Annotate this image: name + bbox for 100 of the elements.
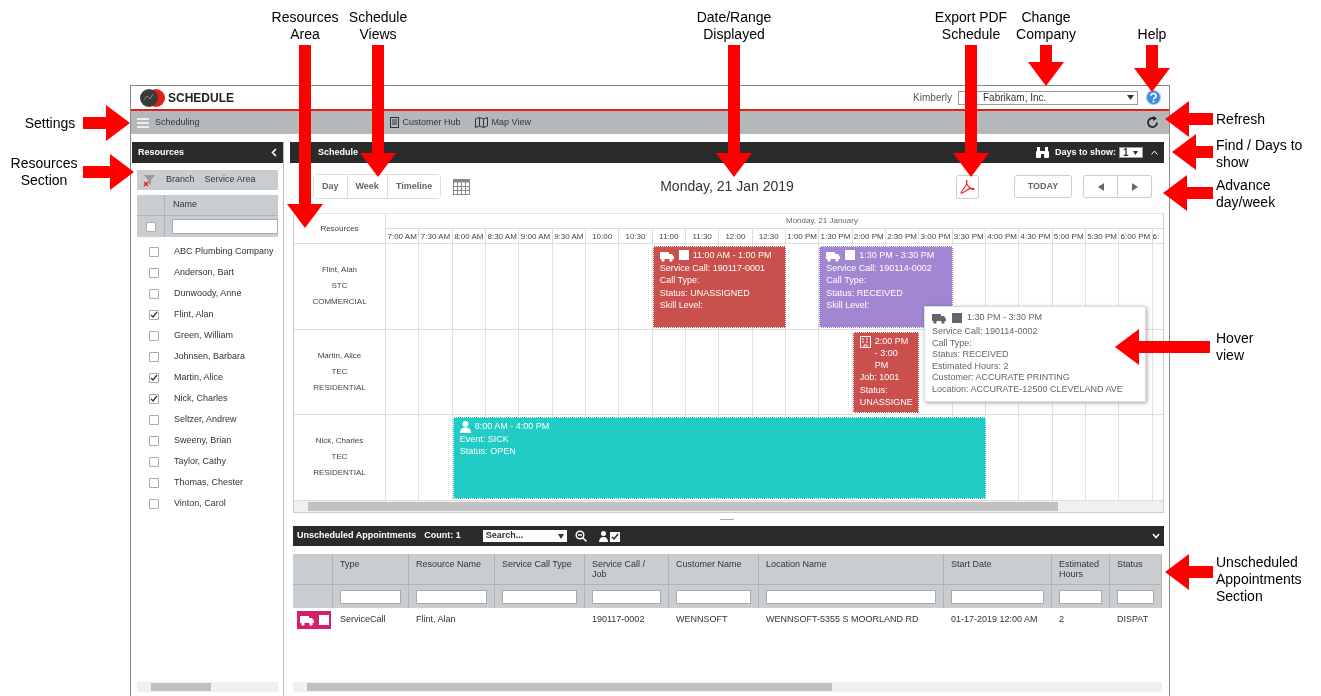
appointment-time: 8:00 AM - 4:00 PM [474,420,550,433]
time-header: 3:00 PM [919,229,953,243]
annotation-arrow [1165,101,1213,137]
time-header: 1:30 PM [819,229,853,243]
square-icon [952,313,962,323]
days-label: Days to show: [1055,145,1116,159]
pdf-export-button[interactable] [956,174,979,199]
checkbox[interactable] [145,221,156,232]
section-title: Unscheduled Appointments [297,529,417,543]
help-icon[interactable] [1146,90,1161,105]
checkbox[interactable] [149,330,159,341]
time-header: 4:00 PM [985,229,1020,243]
app-title: SCHEDULE [168,89,234,107]
expand-chevron-icon[interactable] [1152,533,1160,539]
appointment-detail: Call Type: [826,274,868,287]
toolbar-link[interactable]: Customer Hub [389,115,461,130]
column-filter-field[interactable] [416,589,487,604]
horizontal-scrollbar[interactable] [137,682,278,692]
appointment-block[interactable]: 11:00 AM - 1:00 PM Service Call: 190117-0001 Call Type: Status: UNASSIGNED Skill Level: [652,246,786,328]
checkbox[interactable] [149,351,159,362]
refresh-icon[interactable] [1146,116,1159,129]
annotation-arrow [1165,554,1213,590]
name-filter-field[interactable] [172,219,278,234]
checkbox[interactable] [149,267,159,278]
user-name: Kimberly [913,91,952,105]
right-triangle-icon [1131,182,1138,191]
time-header: 11:30 [685,229,720,243]
annotation-label: Schedule Views [347,9,409,43]
column-filter-field[interactable] [502,589,577,604]
checkmark-icon [150,394,158,403]
annotation-label: Find / Days to show [1216,137,1304,171]
time-header: 6: [1152,231,1161,243]
filter-link[interactable]: Service Area [204,173,256,187]
collapse-chevron-icon[interactable] [271,148,277,157]
time-header: 3:30 PM [952,229,986,243]
scheduling-link[interactable]: Scheduling [155,115,200,130]
column-filter-field[interactable] [676,589,751,604]
previous-button[interactable] [1083,175,1118,198]
checkbox[interactable] [149,456,159,467]
column-filter-field[interactable] [340,589,401,604]
funnel-clear-icon[interactable] [143,173,156,187]
document-icon [389,117,399,128]
toolbar-link[interactable]: Map View [474,115,531,130]
collapse-caret-icon[interactable] [1151,150,1158,155]
table-cell-text: WENNSOFT [675,613,729,627]
appointment-detail: Skill Level: [659,298,704,312]
next-button[interactable] [1118,175,1152,198]
annotation-label: Advance day/week [1216,177,1277,211]
days-dropdown[interactable]: 1 [1119,147,1143,158]
column-filter-field[interactable] [766,589,936,604]
time-header: 6:00 PM [1119,229,1153,243]
annotation-arrow [1172,134,1213,170]
checkbox[interactable] [149,498,159,509]
checkbox[interactable] [149,309,159,320]
horizontal-scrollbar[interactable] [293,682,1162,692]
menu-icon[interactable] [137,117,149,128]
annotation-arrow [83,154,134,190]
appointment-detail: Job: 1001 [859,371,901,384]
annotation-label: Resources Section [9,155,79,189]
time-header: 5:30 PM [1085,229,1120,243]
date-range-title: Monday, 21 Jan 2019 [660,177,794,196]
appointment-block[interactable]: 2:00 PM - 3:00 PM Job: 1001 Status: UNASSIGNE [852,331,920,413]
annotation-label: Help [1136,26,1168,43]
column-filter-field[interactable] [951,589,1044,604]
table-cell-text: 190117-0002 [591,613,646,627]
table-cell-text: ServiceCall [339,613,387,627]
checkbox[interactable] [149,414,159,425]
checkbox[interactable] [149,393,159,404]
calendar-icon[interactable] [453,178,471,195]
checkbox[interactable] [149,372,159,383]
zoom-out-icon[interactable] [574,530,587,542]
annotation-arrow [1028,45,1064,86]
search-dropdown[interactable]: Search... [482,530,567,542]
company-dropdown[interactable]: Fabrikam, Inc. [958,90,1138,105]
view-tab[interactable]: Day [314,175,348,198]
person-check-icon[interactable] [598,530,621,542]
resource-name: Sweeny, Brian [174,433,232,447]
truck-icon [300,614,315,626]
checkmark-icon [150,373,158,382]
resource-name: Seltzer, Andrew [174,412,237,426]
binoculars-icon[interactable] [1036,147,1049,158]
appointment-time: 11:00 AM - 1:00 PM [692,249,772,262]
checkbox[interactable] [149,246,159,257]
splitter-handle[interactable] [720,519,734,520]
column-filter-field[interactable] [1117,589,1154,604]
checkbox[interactable] [149,477,159,488]
time-header: 2:00 PM [852,229,886,243]
filter-link[interactable]: Branch [166,173,195,187]
checkbox[interactable] [149,435,159,446]
panel-title: Schedule [318,145,358,159]
column-filter-field[interactable] [1059,589,1102,604]
today-button[interactable]: TODAY [1014,175,1072,198]
truck-icon [826,250,842,262]
column-filter-field[interactable] [592,589,661,604]
checkbox[interactable] [149,288,159,299]
annotation-arrow [83,105,130,141]
resource-label: Flint, Alan [321,264,358,277]
resource-name: Thomas, Chester [174,475,244,489]
resource-label: COMMERCIAL [312,296,367,309]
resource-label: TEC [331,451,348,464]
